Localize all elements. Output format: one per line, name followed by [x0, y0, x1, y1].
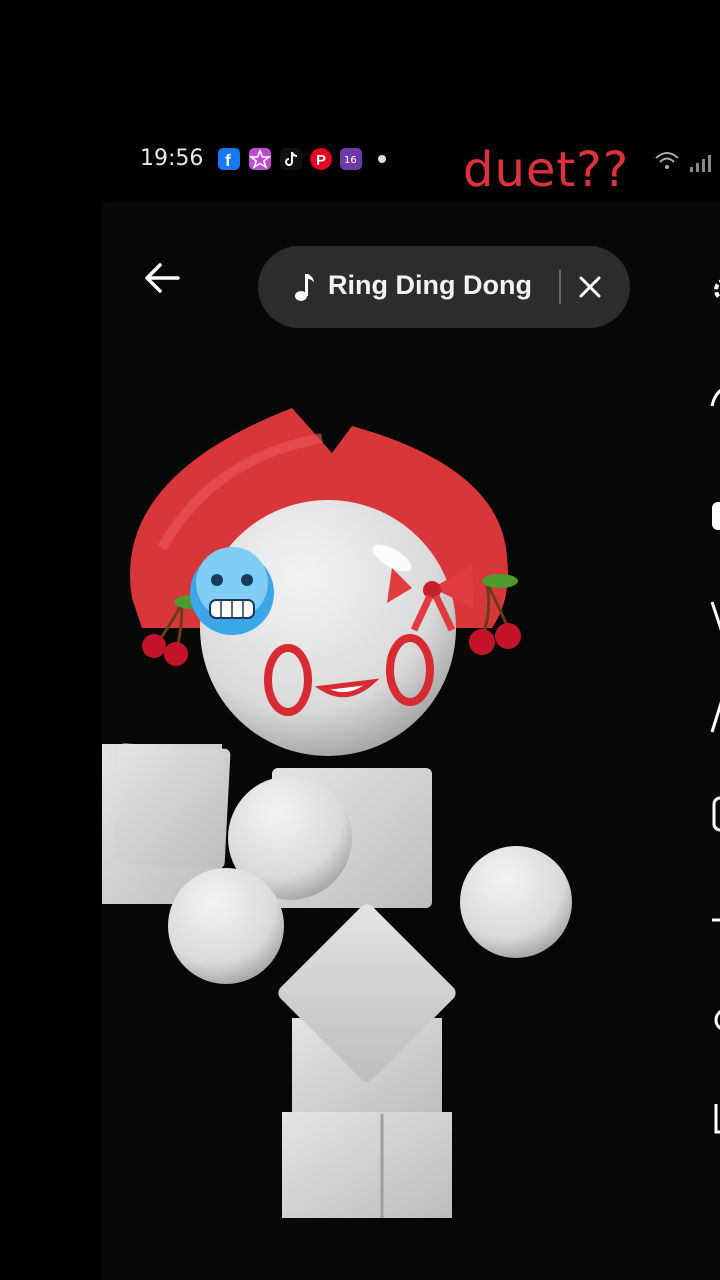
more-icon[interactable]: [708, 900, 720, 940]
settings-icon[interactable]: [708, 270, 720, 310]
character-figure: [102, 408, 572, 1218]
status-time: 19:56: [140, 146, 204, 171]
overlay-caption: duet??: [463, 142, 630, 198]
star-app-icon: [248, 148, 272, 170]
tool-icon[interactable]: [708, 1000, 720, 1040]
filter-icon[interactable]: [708, 596, 720, 636]
facebook-icon: f: [218, 148, 240, 170]
speed-icon[interactable]: [708, 496, 720, 536]
sound-pill[interactable]: Ring Ding Dong: [258, 246, 630, 328]
pill-divider: [559, 270, 561, 304]
tool-icon-2[interactable]: [708, 1098, 720, 1138]
timer-icon[interactable]: [708, 794, 720, 834]
tiktok-icon: [280, 148, 302, 170]
status-bar: 19:56 f P 16 duet?? 7: [102, 118, 720, 202]
app-16-icon: 16: [340, 148, 362, 170]
flip-icon[interactable]: [708, 376, 720, 416]
back-arrow-icon[interactable]: [140, 256, 184, 300]
more-notifications-dot: [378, 155, 386, 163]
pinterest-icon: P: [310, 148, 332, 170]
sound-title[interactable]: Ring Ding Dong: [328, 270, 532, 301]
close-icon[interactable]: [576, 273, 604, 301]
svg-text:P: P: [316, 152, 326, 169]
signal-icon: [690, 155, 711, 172]
svg-text:f: f: [225, 151, 231, 170]
svg-text:16: 16: [344, 155, 357, 166]
wifi-icon: [655, 152, 679, 169]
camera-screen: 19:56 f P 16 duet?? 7: [102, 118, 720, 1280]
beauty-icon[interactable]: [708, 696, 720, 736]
music-note-icon: [295, 274, 314, 301]
